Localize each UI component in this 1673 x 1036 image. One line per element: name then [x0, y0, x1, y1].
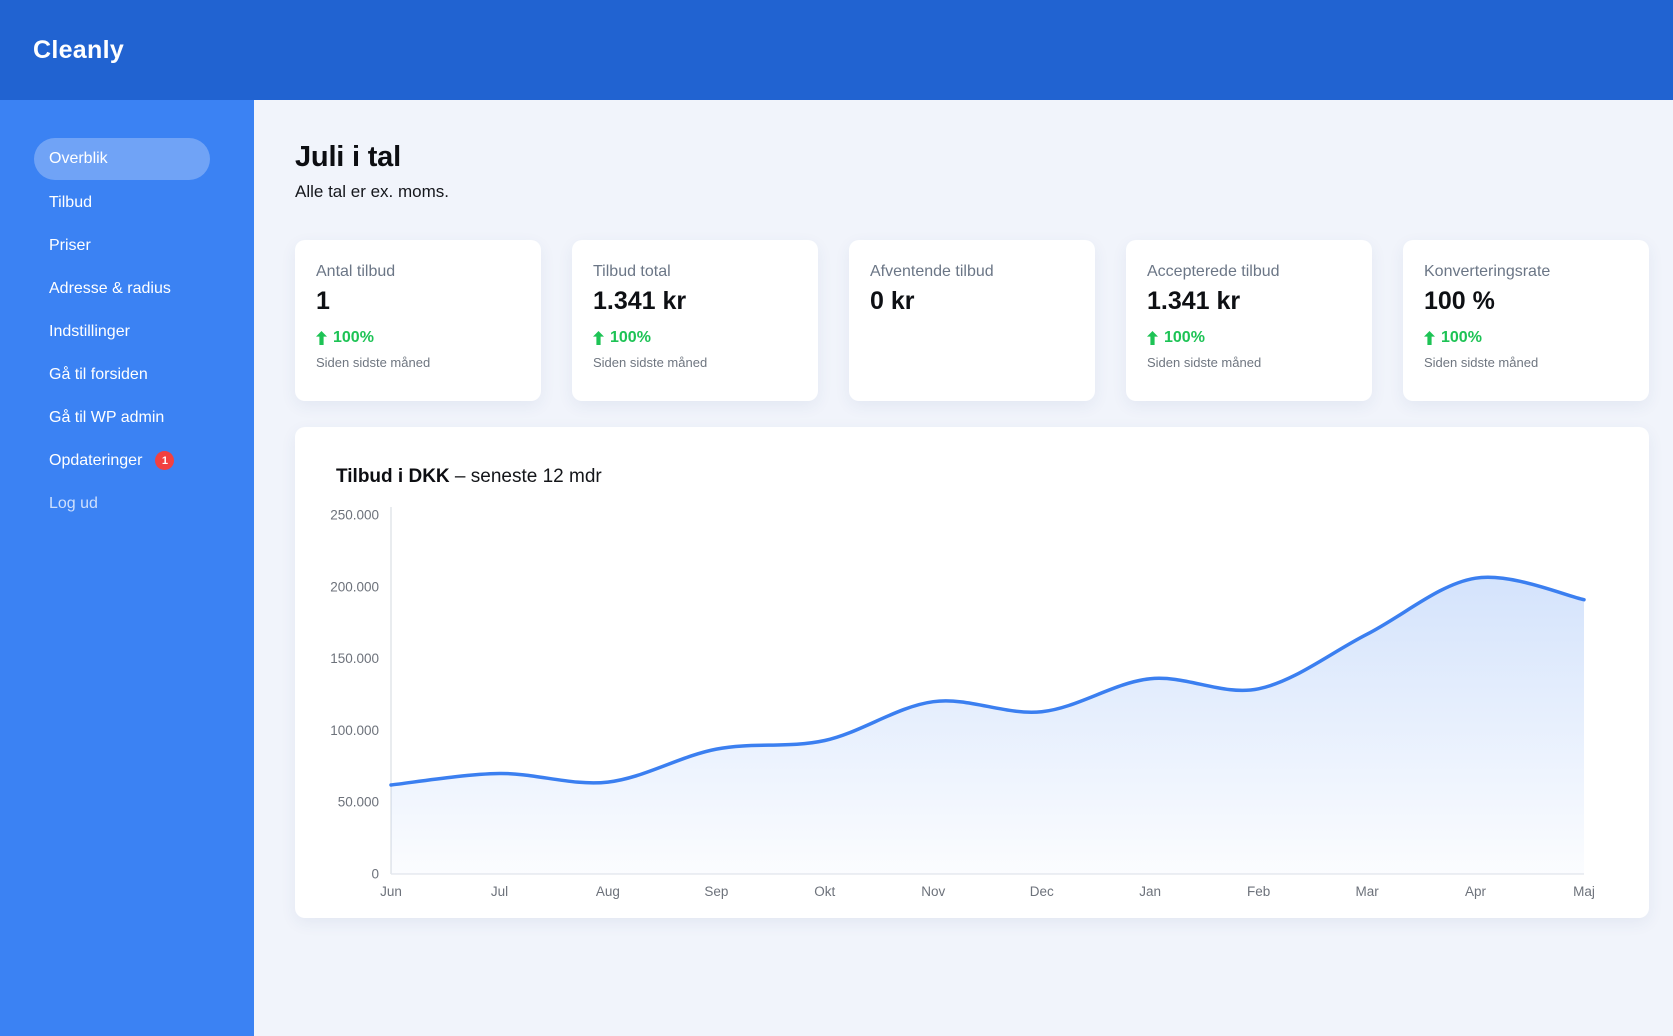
stat-card-trend: 100% — [593, 328, 800, 348]
stat-card-label: Afventende tilbud — [870, 263, 994, 280]
sidebar-item-log-ud[interactable]: Log ud — [34, 482, 210, 525]
y-tick-label: 200.000 — [330, 579, 379, 594]
stat-card-trend-value: 100% — [610, 329, 651, 346]
x-tick-label: Dec — [1030, 884, 1054, 899]
app-header: Cleanly — [0, 0, 1673, 100]
stat-card-trend-value: 100% — [1441, 329, 1482, 346]
arrow-up-icon — [1147, 331, 1158, 345]
sidebar-item-label: Gå til WP admin — [49, 408, 165, 426]
chart-title-bold: Tilbud i DKK — [336, 466, 450, 487]
line-chart: 050.000100.000150.000200.000250.000Jun Ju… — [330, 507, 1595, 899]
stat-card-label: Accepterede tilbud — [1147, 263, 1280, 280]
stat-card-value: 1.341 kr — [1147, 287, 1241, 315]
stat-card-trend-value: 100% — [1164, 329, 1205, 346]
x-tick-label: Aug — [596, 884, 620, 899]
sidebar-item-indstillinger[interactable]: Indstillinger — [34, 310, 210, 353]
sidebar-item-ga-til-wp-admin[interactable]: Gå til WP admin — [34, 396, 210, 439]
sidebar-item-label: Indstillinger — [49, 322, 130, 340]
y-tick-label: 0 — [371, 867, 379, 882]
stat-card-label: Tilbud total — [593, 263, 671, 280]
sidebar-item-label: Overblik — [49, 150, 108, 167]
x-tick-label: Jun — [380, 884, 402, 899]
sidebar: Overblik Tilbud Priser Adresse & radius … — [0, 100, 254, 1036]
stat-card-trend: 100% — [1424, 328, 1631, 348]
y-axis-labels: 0 50.000 100.000 150.000 200.000 250.000 — [330, 508, 379, 882]
sidebar-item-overblik[interactable]: Overblik — [34, 138, 210, 180]
chart-title: Tilbud i DKK – seneste 12 mdr — [336, 463, 602, 490]
sidebar-item-label: Tilbud — [49, 193, 92, 211]
stat-card-konverteringsrate: Konverteringsrate 100 % 100% Siden sidst… — [1403, 240, 1649, 401]
update-count-badge: 1 — [155, 451, 175, 470]
stat-card-label: Konverteringsrate — [1424, 263, 1551, 280]
stat-card-label: Antal tilbud — [316, 263, 396, 280]
chart-area-fill — [391, 577, 1584, 874]
sidebar-item-adresse-radius[interactable]: Adresse & radius — [34, 267, 210, 310]
stat-card-note: Siden sidste måned — [593, 355, 708, 370]
stat-card-tilbud-total: Tilbud total 1.341 kr 100% Siden sidste … — [572, 240, 818, 401]
arrow-up-icon — [1424, 331, 1435, 345]
x-tick-label: Sep — [704, 884, 728, 899]
stat-card-accepterede-tilbud: Accepterede tilbud 1.341 kr 100% Siden s… — [1126, 240, 1372, 401]
sidebar-item-label: Priser — [49, 236, 91, 254]
stat-card-trend: 100% — [1147, 328, 1354, 348]
stat-card-note: Siden sidste måned — [316, 355, 431, 370]
stat-card-note: Siden sidste måned — [1424, 355, 1539, 370]
stat-card-value: 0 kr — [870, 287, 915, 315]
stat-card-antal-tilbud: Antal tilbud 1 100% Siden sidste måned — [295, 240, 541, 401]
sidebar-nav: Overblik Tilbud Priser Adresse & radius … — [34, 138, 254, 525]
stat-card-trend: 100% — [316, 328, 523, 348]
stat-card-value: 1 — [316, 287, 330, 315]
sidebar-item-ga-til-forsiden[interactable]: Gå til forsiden — [34, 353, 210, 396]
x-tick-label: Jul — [491, 884, 508, 899]
x-tick-label: Nov — [921, 884, 945, 899]
y-tick-label: 100.000 — [330, 723, 379, 738]
arrow-up-icon — [316, 331, 327, 345]
x-tick-label: Apr — [1465, 884, 1487, 899]
sidebar-item-label: Opdateringer — [49, 451, 143, 469]
page-subtitle: Alle tal er ex. moms. — [295, 182, 449, 201]
y-tick-label: 50.000 — [338, 795, 379, 810]
chart-title-rest: – seneste 12 mdr — [454, 466, 602, 487]
x-tick-label: Mar — [1355, 884, 1379, 899]
page-title: Juli i tal — [295, 141, 401, 173]
stat-card-afventende-tilbud: Afventende tilbud 0 kr — [849, 240, 1095, 401]
x-tick-label: Maj — [1573, 884, 1595, 899]
app-logo: Cleanly — [33, 35, 125, 64]
sidebar-item-tilbud[interactable]: Tilbud — [34, 181, 210, 224]
stat-card-trend-value: 100% — [333, 329, 374, 346]
sidebar-item-label: Gå til forsiden — [49, 365, 148, 383]
y-tick-label: 150.000 — [330, 651, 379, 666]
sidebar-item-opdateringer[interactable]: Opdateringer 1 — [34, 439, 210, 482]
y-tick-label: 250.000 — [330, 508, 379, 523]
sidebar-item-priser[interactable]: Priser — [34, 224, 210, 267]
main-content: Juli i tal Alle tal er ex. moms. Antal t… — [254, 100, 1673, 1036]
x-axis-labels: Jun Jul Aug Sep Okt Nov Dec Jan Feb Mar Apr Maj — [380, 884, 1595, 899]
sidebar-item-label: Log ud — [49, 494, 98, 512]
stat-card-value: 100 % — [1424, 287, 1495, 315]
x-tick-label: Okt — [814, 884, 835, 899]
x-tick-label: Jan — [1139, 884, 1161, 899]
arrow-up-icon — [593, 331, 604, 345]
sidebar-item-label: Adresse & radius — [49, 279, 171, 297]
stat-card-value: 1.341 kr — [593, 287, 687, 315]
stat-cards: Antal tilbud 1 100% Siden sidste måned T… — [295, 240, 1649, 401]
stat-card-note: Siden sidste måned — [1147, 355, 1262, 370]
chart-card: Tilbud i DKK – seneste 12 mdr 0 50.000 100… — [295, 427, 1649, 918]
x-tick-label: Feb — [1247, 884, 1270, 899]
